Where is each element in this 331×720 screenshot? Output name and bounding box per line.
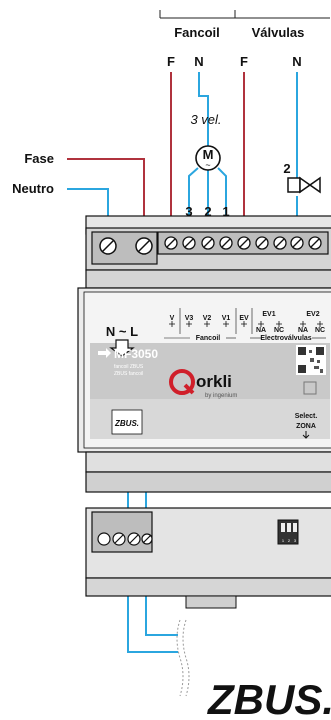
zbus-badge-text: ZBUS.	[114, 419, 139, 428]
svg-text:NA: NA	[298, 327, 308, 334]
power-label: N ~ L	[106, 324, 138, 339]
qr-code-icon	[296, 345, 326, 375]
model-sub-2: ZBUS fancoil	[114, 371, 143, 377]
wire-fancoil-neutral	[198, 72, 209, 146]
model-sub-1: fancoil ZBUS	[114, 364, 144, 370]
model-name: MF3050	[114, 347, 158, 361]
svg-text:V: V	[170, 315, 175, 322]
valve-icon	[287, 176, 321, 194]
wiring-diagram: Fancoil Válvulas F N F N Fase Neutro 3 v…	[12, 10, 331, 720]
terminal-letter-f2: F	[240, 54, 248, 69]
svg-text:V2: V2	[203, 315, 212, 322]
ev1-label: EV1	[262, 311, 275, 318]
svg-text:NC: NC	[274, 327, 284, 334]
terminal-letter-f1: F	[167, 54, 175, 69]
svg-text:~: ~	[205, 160, 210, 170]
label-fase: Fase	[24, 151, 54, 166]
select-label: Select.	[295, 413, 318, 420]
group-fancoil-label: Fancoil	[196, 335, 221, 342]
label-neutro: Neutro	[12, 181, 54, 196]
svg-text:NA: NA	[256, 327, 266, 334]
group-electro-label: Electroválvulas	[260, 335, 311, 342]
brand-sub: by ingenium	[205, 393, 237, 399]
motor-symbol: M ~	[195, 145, 221, 171]
terminal-letter-n2: N	[292, 54, 301, 69]
svg-text:NC: NC	[315, 327, 325, 334]
terminal-letter-n1: N	[194, 54, 203, 69]
header-valvulas: Válvulas	[252, 25, 305, 40]
svg-text:ZBUS.: ZBUS.	[207, 676, 331, 720]
cable-break-icon	[176, 619, 190, 697]
zbus-logo: ZBUS.	[207, 676, 331, 720]
ev-label: EV	[239, 315, 249, 322]
svg-text:V1: V1	[222, 315, 231, 322]
header-fancoil: Fancoil	[174, 25, 220, 40]
output-terminal-block	[164, 236, 322, 250]
header-bracket	[159, 10, 330, 19]
valve-number: 2	[283, 161, 290, 176]
svg-text:V3: V3	[185, 315, 194, 322]
zona-label: ZONA	[296, 423, 316, 430]
ev2-label: EV2	[306, 311, 319, 318]
motor-speed-label: 3 vel.	[190, 112, 221, 127]
brand-name: orkli	[196, 372, 232, 391]
